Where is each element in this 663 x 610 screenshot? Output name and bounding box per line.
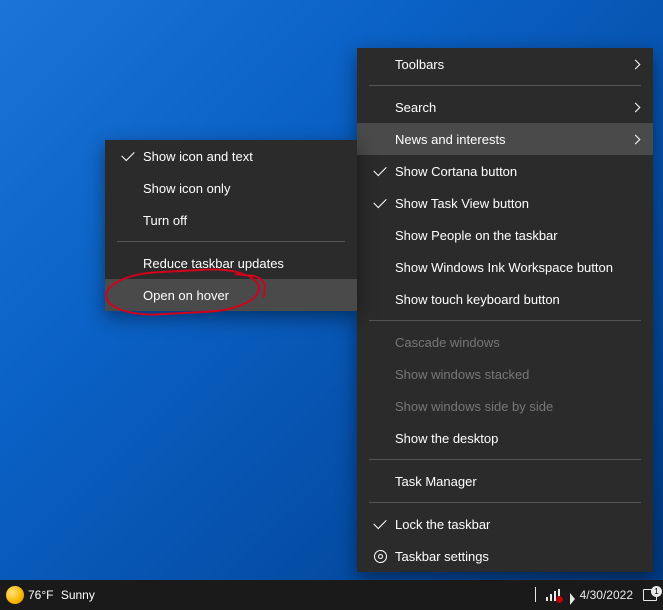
menu-item-stacked: Show windows stacked	[357, 358, 653, 390]
chevron-right-icon	[631, 59, 641, 69]
separator	[369, 502, 641, 503]
menu-item-show-desktop[interactable]: Show the desktop	[357, 422, 653, 454]
news-interests-submenu: Show icon and text Show icon only Turn o…	[105, 140, 357, 311]
notification-count: 1	[651, 586, 662, 597]
tray-overflow-icon[interactable]	[535, 588, 536, 602]
menu-item-toolbars[interactable]: Toolbars	[357, 48, 653, 80]
submenu-item-open-on-hover[interactable]: Open on hover	[105, 279, 357, 311]
menu-label: Taskbar settings	[391, 549, 639, 564]
menu-label: News and interests	[391, 132, 632, 147]
menu-label: Show the desktop	[391, 431, 639, 446]
menu-label: Toolbars	[391, 57, 632, 72]
menu-label: Show People on the taskbar	[391, 228, 639, 243]
menu-label: Reduce taskbar updates	[139, 256, 343, 271]
menu-item-sidebyside: Show windows side by side	[357, 390, 653, 422]
menu-item-ink[interactable]: Show Windows Ink Workspace button	[357, 251, 653, 283]
system-tray: 4/30/2022 1	[535, 588, 657, 602]
menu-label: Open on hover	[139, 288, 343, 303]
menu-item-show-cortana[interactable]: Show Cortana button	[357, 155, 653, 187]
menu-item-touch-keyboard[interactable]: Show touch keyboard button	[357, 283, 653, 315]
menu-label: Show Cortana button	[391, 164, 639, 179]
menu-item-show-taskview[interactable]: Show Task View button	[357, 187, 653, 219]
menu-label: Show Windows Ink Workspace button	[391, 260, 639, 275]
network-icon[interactable]	[546, 589, 560, 601]
gear-icon	[369, 550, 391, 563]
submenu-item-icon-text[interactable]: Show icon and text	[105, 140, 357, 172]
weather-text: Sunny	[61, 588, 95, 602]
menu-label: Show windows stacked	[391, 367, 639, 382]
menu-item-search[interactable]: Search	[357, 91, 653, 123]
menu-label: Show icon and text	[139, 149, 343, 164]
separator	[117, 241, 345, 242]
clock-date[interactable]: 4/30/2022	[580, 588, 633, 602]
menu-label: Show Task View button	[391, 196, 639, 211]
menu-label: Search	[391, 100, 632, 115]
menu-label: Show icon only	[139, 181, 343, 196]
weather-icon	[6, 586, 24, 604]
separator	[369, 85, 641, 86]
menu-item-cascade: Cascade windows	[357, 326, 653, 358]
check-icon	[117, 154, 139, 158]
menu-item-taskbar-settings[interactable]: Taskbar settings	[357, 540, 653, 572]
menu-item-people[interactable]: Show People on the taskbar	[357, 219, 653, 251]
check-icon	[369, 522, 391, 526]
submenu-item-icon-only[interactable]: Show icon only	[105, 172, 357, 204]
menu-label: Task Manager	[391, 474, 639, 489]
menu-item-news-interests[interactable]: News and interests	[357, 123, 653, 155]
notification-icon[interactable]: 1	[643, 589, 657, 601]
check-icon	[369, 169, 391, 173]
check-icon	[369, 201, 391, 205]
menu-label: Cascade windows	[391, 335, 639, 350]
taskbar-context-menu: Toolbars Search News and interests Show …	[357, 48, 653, 572]
menu-item-task-manager[interactable]: Task Manager	[357, 465, 653, 497]
submenu-item-turn-off[interactable]: Turn off	[105, 204, 357, 236]
chevron-right-icon	[631, 134, 641, 144]
menu-label: Lock the taskbar	[391, 517, 639, 532]
menu-label: Show touch keyboard button	[391, 292, 639, 307]
menu-item-lock-taskbar[interactable]: Lock the taskbar	[357, 508, 653, 540]
submenu-item-reduce-updates[interactable]: Reduce taskbar updates	[105, 247, 357, 279]
separator	[369, 459, 641, 460]
temperature: 76°F	[28, 588, 53, 602]
taskbar-left: 76°F Sunny	[6, 586, 95, 604]
taskbar: 76°F Sunny 4/30/2022 1	[0, 580, 663, 610]
separator	[369, 320, 641, 321]
menu-label: Show windows side by side	[391, 399, 639, 414]
chevron-right-icon	[631, 102, 641, 112]
menu-label: Turn off	[139, 213, 343, 228]
weather-widget[interactable]: 76°F Sunny	[28, 588, 95, 602]
